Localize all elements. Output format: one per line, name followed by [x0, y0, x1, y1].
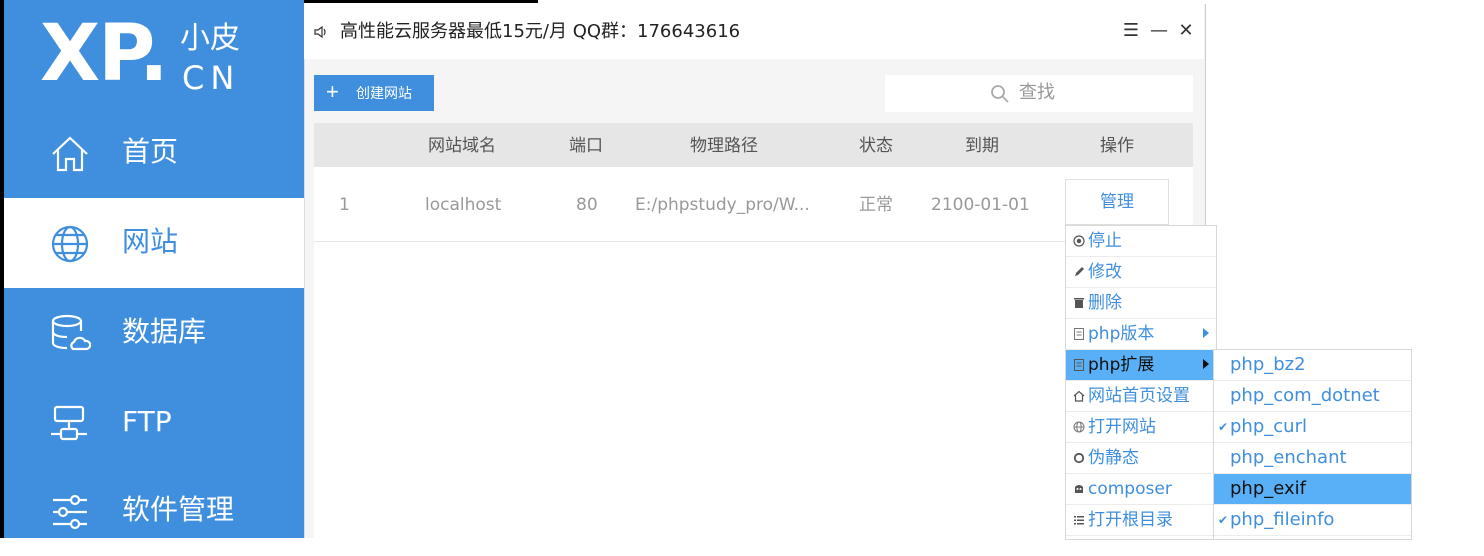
globe-icon [51, 225, 89, 263]
menu-item-edit[interactable]: 修改 [1066, 257, 1216, 288]
context-menu: 停止 修改 删除 php版本 php扩展 网站首页设置 打开网站 伪静态 com… [1065, 225, 1217, 540]
database-icon [51, 314, 91, 351]
submenu-item-label: php_bz2 [1230, 354, 1306, 375]
submenu-item-label: php_curl [1230, 416, 1307, 437]
menu-item-php-extension[interactable]: php扩展 [1066, 350, 1216, 381]
menu-item-label: 网站首页设置 [1088, 386, 1190, 406]
checkmark-icon: ✔ [1218, 513, 1229, 527]
table-body-empty [314, 242, 1193, 538]
menu-item-label: composer [1088, 479, 1172, 499]
search-placeholder: 查找 [1019, 82, 1055, 103]
menu-item-label: 停止 [1088, 231, 1122, 251]
notice-text[interactable]: 高性能云服务器最低15元/月 QQ群：176643616 [340, 20, 740, 44]
header-status: 状态 [859, 136, 893, 156]
manage-button[interactable]: 管理 [1065, 179, 1169, 225]
header-action: 操作 [1100, 136, 1134, 156]
create-website-label: 创建网站 [356, 85, 412, 101]
header-domain: 网站域名 [428, 136, 496, 156]
stop-icon [1073, 235, 1085, 247]
refresh-icon [1073, 452, 1085, 464]
composer-icon [1075, 485, 1083, 493]
cell-status: 正常 [859, 195, 893, 215]
menu-item-homepage-settings[interactable]: 网站首页设置 [1066, 381, 1216, 412]
submenu-item-php-fileinfo[interactable]: ✔ php_fileinfo [1214, 505, 1411, 536]
table-header: 网站域名 端口 物理路径 状态 到期 操作 [314, 123, 1193, 167]
home-small-icon [1073, 390, 1085, 402]
header-port: 端口 [569, 136, 603, 156]
menu-item-composer[interactable]: composer [1066, 474, 1216, 505]
header-expire: 到期 [965, 136, 999, 156]
menu-button[interactable]: ☰ [1121, 21, 1141, 41]
trash-icon [1074, 298, 1084, 308]
submenu-item-php-enchant[interactable]: php_enchant [1214, 443, 1411, 474]
logo-cn-bottom: CN [182, 59, 241, 97]
submenu-item-php-bz2[interactable]: php_bz2 [1214, 350, 1411, 381]
menu-item-label: 打开根目录 [1088, 510, 1173, 530]
submenu-item-php-exif[interactable]: php_exif [1214, 474, 1411, 505]
nav-label-software: 软件管理 [122, 493, 235, 526]
submenu-item-label: php_fileinfo [1230, 509, 1335, 530]
search-input[interactable]: 查找 [885, 75, 1193, 112]
ftp-icon [51, 405, 87, 441]
php-extension-submenu: php_bz2 php_com_dotnet ✔ php_curl php_en… [1213, 349, 1412, 540]
cell-port: 80 [576, 195, 598, 215]
table-row[interactable]: 1 localhost 80 E:/phpstudy_pro/W... 正常 2… [314, 167, 1193, 242]
globe-small-icon [1073, 421, 1085, 433]
nav-label-home: 首页 [122, 135, 179, 168]
nav-item-home[interactable]: 首页 [4, 108, 304, 198]
document-icon [1074, 359, 1084, 371]
nav-label-website: 网站 [122, 225, 179, 258]
create-website-button[interactable]: + 创建网站 [314, 75, 434, 111]
menu-item-label: php版本 [1088, 324, 1155, 344]
menu-item-label: php扩展 [1088, 355, 1155, 375]
nav-item-database[interactable]: 数据库 [4, 288, 304, 378]
speaker-icon [314, 25, 326, 39]
cell-index: 1 [339, 195, 350, 215]
logo-xp: XP. [40, 9, 169, 99]
sliders-icon [53, 494, 87, 530]
menu-item-delete[interactable]: 删除 [1066, 288, 1216, 319]
nav-label-database: 数据库 [122, 315, 207, 348]
document-icon [1074, 328, 1084, 340]
menu-item-label: 删除 [1088, 293, 1122, 313]
cell-path: E:/phpstudy_pro/W... [635, 195, 810, 215]
submenu-item-php-com-dotnet[interactable]: php_com_dotnet [1214, 381, 1411, 412]
menu-item-label: 修改 [1088, 262, 1122, 282]
home-icon [52, 136, 88, 172]
pencil-icon [1075, 267, 1084, 276]
submenu-arrow-icon [1203, 359, 1209, 369]
submenu-item-label: php_com_dotnet [1230, 385, 1380, 406]
submenu-item-label: php_exif [1230, 478, 1307, 499]
minimize-button[interactable]: — [1149, 21, 1169, 41]
list-icon [1074, 516, 1084, 525]
submenu-arrow-icon [1203, 328, 1209, 338]
close-button[interactable]: ✕ [1176, 21, 1196, 41]
checkmark-icon: ✔ [1218, 420, 1229, 434]
submenu-item-php-curl[interactable]: ✔ php_curl [1214, 412, 1411, 443]
logo-cn-top: 小皮 [180, 21, 240, 56]
submenu-item-label: php_enchant [1230, 447, 1347, 468]
nav-item-website[interactable]: 网站 [4, 198, 304, 288]
cell-expire: 2100-01-01 [931, 195, 1030, 215]
menu-item-label: 打开网站 [1088, 417, 1156, 437]
menu-item-open-website[interactable]: 打开网站 [1066, 412, 1216, 443]
menu-item-stop[interactable]: 停止 [1066, 226, 1216, 257]
menu-item-php-version[interactable]: php版本 [1066, 319, 1216, 350]
menu-item-open-root[interactable]: 打开根目录 [1066, 505, 1216, 536]
menu-item-label: 伪静态 [1088, 448, 1139, 468]
search-icon [991, 85, 1009, 103]
plus-icon: + [326, 79, 339, 104]
cell-domain: localhost [425, 195, 502, 215]
header-path: 物理路径 [690, 136, 758, 156]
nav-label-ftp: FTP [122, 405, 172, 438]
nav-item-software[interactable]: 软件管理 [4, 466, 304, 556]
nav-item-ftp[interactable]: FTP [4, 378, 304, 468]
menu-item-rewrite[interactable]: 伪静态 [1066, 443, 1216, 474]
